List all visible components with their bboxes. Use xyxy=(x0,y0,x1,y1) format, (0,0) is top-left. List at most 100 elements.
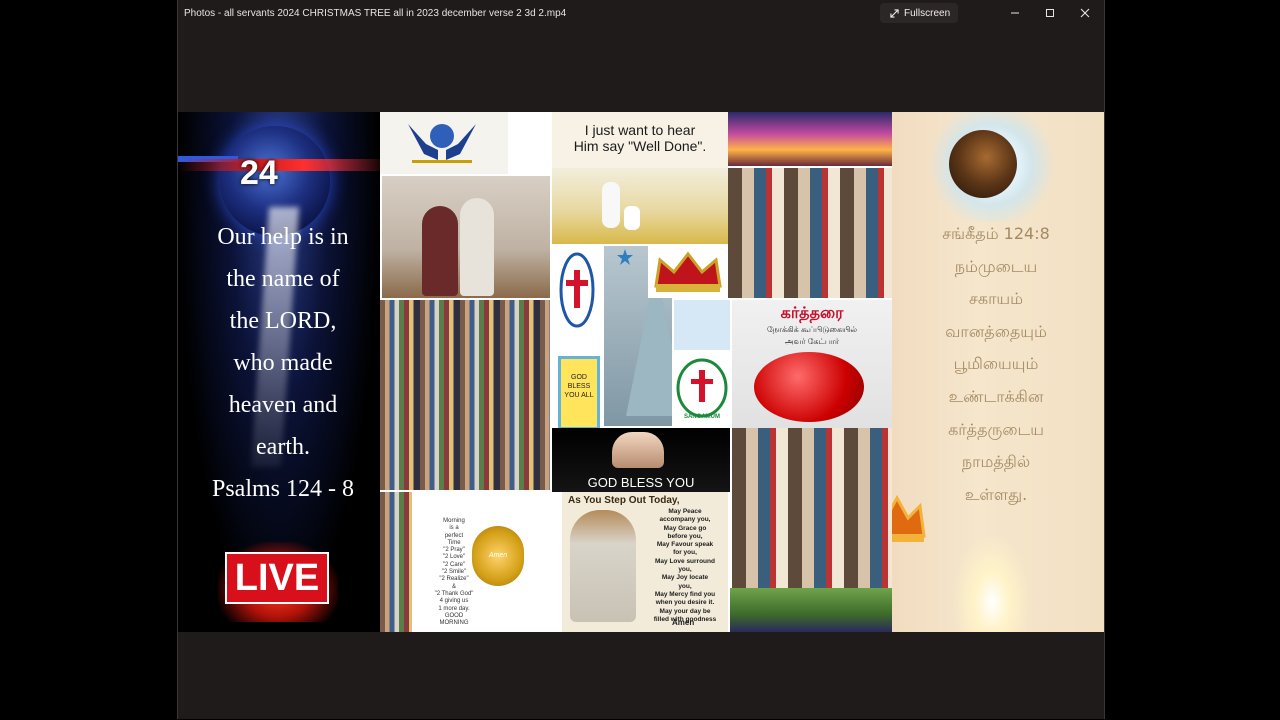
well-done-line: Him say "Well Done". xyxy=(573,138,707,154)
verse-line: earth. xyxy=(256,434,310,460)
right-verse-panel: சங்கீதம் 124:8 நம்முடைய சகாயம் வானத்தையு… xyxy=(892,112,1104,632)
cross-icon xyxy=(674,300,730,418)
praying-hands-image: Amen xyxy=(472,526,524,586)
good-morning-text: Morning is a perfect Time "2 Pray" "2 Lo… xyxy=(426,518,482,627)
verse-line: who made xyxy=(233,350,333,376)
kneeling-figure xyxy=(624,206,640,230)
window-title: Photos - all servants 2024 CHRISTMAS TRE… xyxy=(184,8,567,19)
video-player-window: Photos - all servants 2024 CHRISTMAS TRE… xyxy=(177,0,1105,719)
jesus-field-photo xyxy=(552,168,728,244)
sunrise-bible-photo xyxy=(728,112,892,166)
tamil-verse-line: உண்டாக்கின xyxy=(948,386,1044,406)
tamil-verse-line: நாமத்தில் xyxy=(961,452,1031,472)
blessing-line: May Mercy find you xyxy=(654,590,716,598)
morning-line: & xyxy=(451,583,456,590)
morning-line: 1 more day. xyxy=(438,605,470,612)
blessing-line: before you, xyxy=(667,532,703,540)
channel-number: 24 xyxy=(240,154,278,192)
maximize-icon xyxy=(1046,9,1054,17)
morning-line: GOOD xyxy=(444,612,464,619)
morning-line: perfect xyxy=(444,532,464,539)
photo-mosaic xyxy=(380,300,550,490)
blessing-line: May Peace xyxy=(668,508,702,515)
morning-line: "2 Thank God" xyxy=(434,590,474,597)
person-photo xyxy=(460,198,494,296)
blessing-line: May Grace go xyxy=(663,524,707,532)
verse-line: the LORD, xyxy=(229,308,337,334)
blessing-line: you, xyxy=(678,582,692,590)
verse-line: Our help is in xyxy=(217,224,349,250)
gbya-line: GOD xyxy=(571,374,587,381)
tamil-verse-line: சகாயம் xyxy=(968,289,1024,309)
god-bless-you-all-card: GOD BLESS YOU ALL xyxy=(558,356,600,430)
step-out-today-card: As You Step Out Today, May Peace accompa… xyxy=(562,492,728,632)
photo-mosaic xyxy=(732,428,892,588)
tamil-globe-card: கர்த்தரை நோக்கிக் கூப்பிடுகையில் அவர் கே… xyxy=(732,300,892,428)
well-done-card: I just want to hear Him say "Well Done". xyxy=(552,112,728,168)
jesus-figure xyxy=(602,182,620,228)
fullscreen-icon xyxy=(890,8,899,18)
blessing-line: May Joy locate xyxy=(661,574,709,582)
video-frame[interactable]: 24 Our help is in the name of the LORD, … xyxy=(178,112,1104,632)
minimize-icon xyxy=(1011,12,1019,14)
light-glow xyxy=(952,532,1032,632)
globe-hands-icon xyxy=(408,124,476,163)
blessing-line: you, xyxy=(678,566,692,574)
photo-mosaic xyxy=(728,168,892,298)
step-out-blessing: May Peace accompany you, May Grace go be… xyxy=(644,508,726,624)
earth-globe xyxy=(949,130,1017,198)
tamil-verse-reference: சங்கீதம் 124:8 xyxy=(942,224,1050,243)
amen-text: Amen xyxy=(488,552,508,559)
minimize-button[interactable] xyxy=(998,2,1032,24)
fullscreen-button[interactable]: Fullscreen xyxy=(880,3,958,23)
family-photo xyxy=(730,588,892,632)
tamil-verse-line: பூமியையும் xyxy=(953,354,1039,374)
blessing-line: May Favour speak xyxy=(656,541,714,549)
tamil-verse: சங்கீதம் 124:8 நம்முடைய சகாயம் வானத்தையு… xyxy=(892,218,1100,511)
sangamum-logo: SANGAMUM xyxy=(674,300,730,426)
blessing-line: May Love surround xyxy=(655,557,715,565)
gbya-line: BLESS xyxy=(567,383,591,390)
fullscreen-label: Fullscreen xyxy=(904,7,951,19)
praying-hands-image xyxy=(612,432,664,468)
photo-mosaic xyxy=(380,492,412,632)
cross-icon xyxy=(559,252,595,328)
photo-collage: I just want to hear Him say "Well Done". xyxy=(380,112,892,632)
jesus-image xyxy=(570,510,636,622)
cross-emblem xyxy=(552,246,602,336)
sangamum-label: SANGAMUM xyxy=(684,414,720,420)
red-stripe xyxy=(178,159,380,171)
couple-photo xyxy=(382,176,550,298)
morning-line: MORNING xyxy=(439,620,469,627)
amen-text: Amen xyxy=(672,618,695,627)
world-globe xyxy=(754,352,864,422)
blessing-line: accompany you, xyxy=(659,516,711,524)
well-done-line: I just want to hear xyxy=(584,122,696,138)
title-bar[interactable]: Photos - all servants 2024 CHRISTMAS TRE… xyxy=(178,0,1104,28)
morning-line: 4 giving us xyxy=(439,598,469,605)
maximize-button[interactable] xyxy=(1033,2,1067,24)
verse-line: heaven and xyxy=(228,392,338,418)
god-bless-you-text: GOD BLESS YOU xyxy=(587,475,695,490)
morning-line: "2 Realize" xyxy=(439,576,469,583)
tamil-verse-line: கர்த்தருடைய xyxy=(948,419,1044,439)
left-verse-panel: 24 Our help is in the name of the LORD, … xyxy=(178,112,380,632)
live-badge: LIVE xyxy=(225,552,329,604)
blessing-line: for you, xyxy=(673,549,697,557)
person-photo xyxy=(422,206,458,296)
tamil-card-subtitle: அவர் கேட்பார் xyxy=(784,337,840,346)
god-bless-you-all-text: GOD BLESS YOU ALL xyxy=(561,359,597,400)
step-out-title: As You Step Out Today, xyxy=(568,495,680,506)
gbya-line: YOU ALL xyxy=(564,392,594,399)
crown-icon xyxy=(892,494,926,542)
well-done-text: I just want to hear Him say "Well Done". xyxy=(552,122,728,154)
verse-line: the name of xyxy=(226,266,340,292)
close-icon xyxy=(1080,8,1090,18)
praying-hands-logo xyxy=(380,112,508,174)
good-morning-card: Morning is a perfect Time "2 Pray" "2 Lo… xyxy=(380,492,560,632)
morning-line: is a xyxy=(449,525,459,532)
close-button[interactable] xyxy=(1068,2,1102,24)
star-icon xyxy=(617,249,633,265)
blessing-line: May your day be xyxy=(659,607,711,615)
tamil-card-title: கர்த்தரை xyxy=(780,305,844,322)
